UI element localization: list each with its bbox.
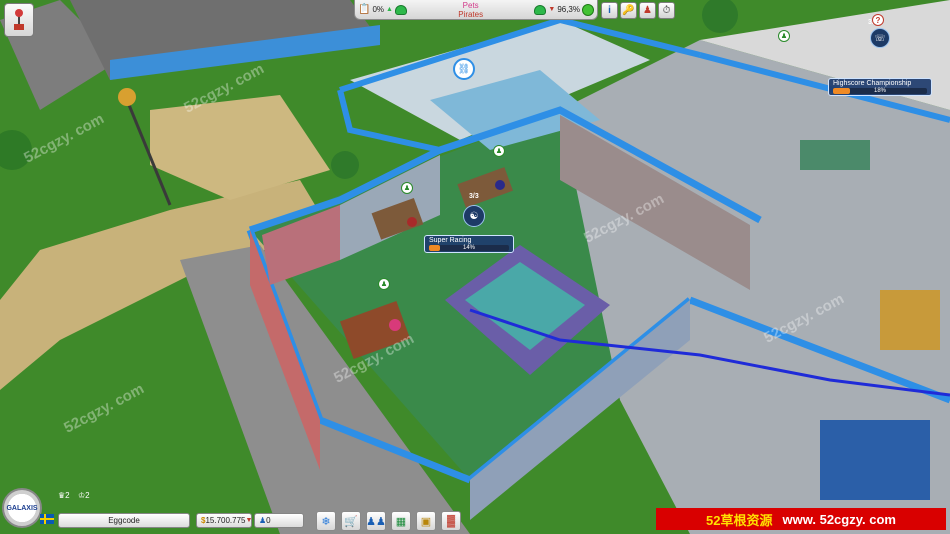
office-scene bbox=[0, 0, 950, 534]
staff-tool-button[interactable]: ♟♟ bbox=[366, 511, 386, 531]
stats-tool-button[interactable]: ▓ bbox=[441, 511, 461, 531]
highscore-label: Highscore Championship bbox=[833, 80, 912, 87]
toilet-icon[interactable]: ⛓ bbox=[453, 58, 475, 80]
trend-down-icon: ▼ bbox=[245, 517, 253, 524]
highscore-project-panel[interactable]: Highscore Championship 18% bbox=[828, 78, 932, 96]
company-name-field[interactable]: Eggcode bbox=[58, 513, 190, 528]
worker-status-icon[interactable]: ♟ bbox=[778, 30, 790, 42]
calculator-icon: ▦ bbox=[395, 515, 407, 528]
genre-primary: Pets bbox=[462, 0, 479, 10]
phone-icon[interactable]: ☏ bbox=[870, 28, 890, 48]
racing-progress-bar: 14% bbox=[429, 245, 509, 251]
shop-tool-button[interactable]: 🛒 bbox=[341, 511, 361, 531]
money-display[interactable]: $ 15.700.775 ▼ bbox=[196, 513, 252, 528]
ice-icon: ❄ bbox=[321, 515, 331, 528]
genre-secondary: Pirates bbox=[458, 9, 484, 19]
game-view[interactable]: 52cgzy. com 52cgzy. com 52cgzy. com 52cg… bbox=[0, 0, 950, 534]
bugs-value: 0% bbox=[372, 5, 385, 14]
joystick-icon bbox=[14, 9, 24, 30]
chart-icon: ▓ bbox=[446, 515, 456, 527]
racing-count: 3/3 bbox=[469, 193, 479, 200]
cart-icon: 🛒 bbox=[344, 515, 358, 528]
company-name: Eggcode bbox=[108, 516, 140, 525]
build-tool-button[interactable]: ❄ bbox=[316, 511, 336, 531]
key-button[interactable]: 🔑 bbox=[620, 2, 637, 19]
game-mode-button[interactable] bbox=[4, 3, 34, 37]
clock-icon: ⏱ bbox=[662, 5, 671, 16]
people-group-icon: ♟♟ bbox=[366, 515, 386, 528]
company-logo[interactable]: GALAXIS bbox=[2, 488, 42, 528]
alert-icon[interactable]: ? bbox=[872, 14, 884, 26]
racing-project-panel[interactable]: Super Racing 14% bbox=[424, 235, 514, 253]
worker-status-icon[interactable]: ♟ bbox=[401, 182, 413, 194]
top-status-bar: 📋 0% ▲ Pets Pirates ▼ 96,3% bbox=[354, 0, 598, 20]
counter-a-value: 2 bbox=[65, 491, 70, 500]
trend-up-icon: ▲ bbox=[386, 6, 393, 13]
worker-status-icon[interactable]: ♟ bbox=[493, 145, 505, 157]
worker-status-icon[interactable]: ♟ bbox=[378, 278, 390, 290]
counter-b-value: 2 bbox=[85, 491, 90, 500]
money-value: 15.700.775 bbox=[205, 516, 246, 525]
counter-a[interactable]: ♛2 bbox=[58, 491, 70, 500]
bug-report-icon: 📋 bbox=[358, 4, 371, 15]
highscore-progress-bar: 18% bbox=[833, 88, 927, 94]
flag-icon[interactable] bbox=[40, 514, 54, 524]
racing-label: Super Racing bbox=[429, 237, 472, 244]
key-icon: 🔑 bbox=[622, 5, 635, 16]
racing-progress-text: 14% bbox=[462, 245, 475, 251]
watermark-left: 52草根资源 bbox=[706, 512, 773, 528]
people-icon: ♟ bbox=[643, 5, 652, 16]
watermark-banner: 52草根资源 www. 52cgzy. com bbox=[656, 508, 946, 530]
logo-text: GALAXIS bbox=[6, 504, 38, 512]
gamepad-icon[interactable]: ☯ bbox=[463, 205, 485, 227]
employee-icon: ♟ bbox=[259, 516, 267, 525]
employees-value: 0 bbox=[266, 516, 271, 525]
info-icon: i bbox=[608, 5, 611, 16]
finance-tool-button[interactable]: ▦ bbox=[391, 511, 411, 531]
package-tool-button[interactable]: ▣ bbox=[416, 511, 436, 531]
watermark-right: www. 52cgzy. com bbox=[782, 511, 896, 527]
highscore-progress-text: 18% bbox=[873, 88, 886, 94]
trend-down-icon: ▼ bbox=[548, 6, 556, 13]
rating-status[interactable]: ▼ 96,3% bbox=[531, 3, 597, 16]
package-icon: ▣ bbox=[420, 515, 432, 528]
genre-topic[interactable]: Pets Pirates bbox=[410, 1, 531, 19]
mascot-icon bbox=[394, 4, 407, 15]
employees-display[interactable]: ♟ 0 bbox=[254, 513, 304, 528]
clock-button[interactable]: ⏱ bbox=[658, 2, 675, 19]
bugs-status[interactable]: 📋 0% ▲ bbox=[355, 4, 410, 15]
smiley-icon bbox=[582, 3, 594, 16]
mascot-icon bbox=[534, 4, 547, 15]
info-button[interactable]: i bbox=[601, 2, 618, 19]
people-button[interactable]: ♟ bbox=[639, 2, 656, 19]
counter-b[interactable]: ♔2 bbox=[78, 491, 90, 500]
rating-value: 96,3% bbox=[557, 5, 580, 14]
